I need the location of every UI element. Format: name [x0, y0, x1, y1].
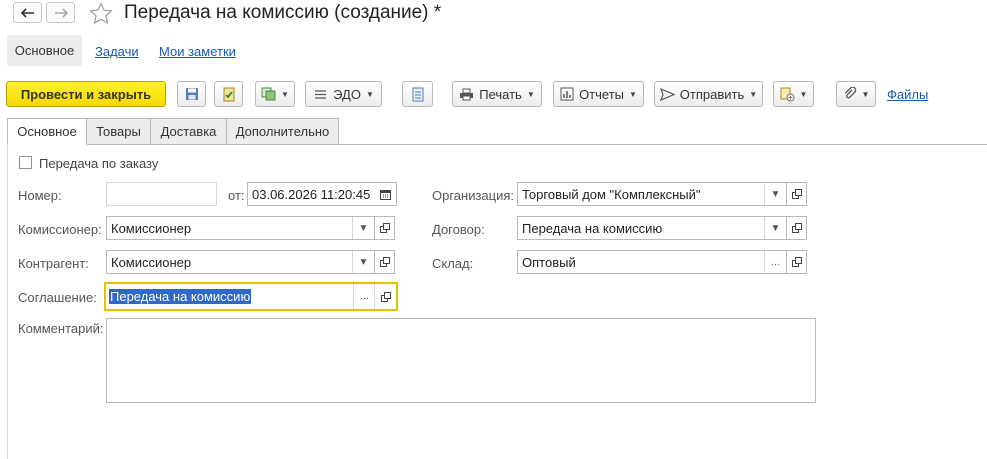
by-order-checkbox[interactable]: [19, 156, 32, 169]
calendar-icon: [380, 189, 391, 200]
warehouse-value: Оптовый: [522, 255, 576, 270]
chevron-down-icon: ▼: [365, 89, 374, 99]
edo-label: ЭДО: [333, 86, 361, 102]
date-field[interactable]: 03.06.2026 11:20:45: [247, 182, 397, 206]
favorite-button[interactable]: [89, 2, 113, 28]
forward-button[interactable]: [46, 2, 75, 23]
date-label: от:: [228, 188, 245, 203]
back-button[interactable]: [13, 2, 42, 23]
nav-tab-main[interactable]: Основное: [7, 35, 82, 66]
open-icon: [379, 223, 390, 233]
chevron-down-icon: ▼: [749, 89, 758, 99]
organization-value: Торговый дом "Комплексный": [522, 187, 701, 202]
linked-documents-icon: [780, 87, 795, 101]
edo-button[interactable]: ЭДО ▼: [305, 81, 382, 107]
save-icon: [185, 88, 198, 100]
counterparty-dropdown[interactable]: ▼: [352, 251, 374, 273]
linked-documents-button[interactable]: ▼: [773, 81, 814, 107]
send-icon: [659, 87, 675, 101]
form-tab-main[interactable]: Основное: [7, 118, 87, 145]
save-button[interactable]: [177, 81, 206, 107]
calendar-button[interactable]: [375, 183, 396, 205]
form-tab-additional[interactable]: Дополнительно: [226, 118, 339, 145]
open-icon: [379, 257, 390, 267]
reports-button[interactable]: Отчеты ▼: [553, 81, 644, 107]
paperclip-icon: [844, 87, 856, 99]
organization-label: Организация:: [432, 188, 515, 203]
commissioner-label: Комиссионер:: [18, 222, 102, 237]
post-and-close-button[interactable]: Провести и закрыть: [6, 81, 166, 107]
star-icon: [89, 2, 113, 25]
warehouse-label: Склад:: [432, 256, 474, 271]
comment-label: Комментарий:: [18, 321, 104, 336]
comment-field[interactable]: [106, 318, 816, 403]
form-tab-delivery[interactable]: Доставка: [150, 118, 227, 145]
form-tab-goods[interactable]: Товары: [86, 118, 151, 145]
tab-divider: [7, 144, 987, 145]
files-link[interactable]: Файлы: [887, 87, 928, 102]
agreement-field[interactable]: Передача на комиссию …: [104, 282, 398, 311]
counterparty-field[interactable]: Комиссионер ▼: [106, 250, 375, 274]
create-based-on-icon: [261, 87, 276, 101]
print-button[interactable]: Печать ▼: [452, 81, 542, 107]
commissioner-field[interactable]: Комиссионер ▼: [106, 216, 375, 240]
arrow-right-icon: [54, 7, 68, 18]
document-journal-button[interactable]: [402, 81, 433, 107]
edo-icon: [315, 89, 327, 99]
chevron-down-icon: ▼: [629, 89, 637, 99]
commissioner-open-button[interactable]: [374, 216, 395, 240]
nav-tab-notes[interactable]: Мои заметки: [159, 44, 236, 59]
by-order-label: Передача по заказу: [39, 156, 159, 171]
post-button[interactable]: [214, 81, 243, 107]
warehouse-open-button[interactable]: [786, 250, 807, 274]
send-label: Отправить: [679, 86, 745, 102]
contract-label: Договор:: [432, 222, 485, 237]
post-and-close-label: Провести и закрыть: [20, 86, 152, 102]
post-document-icon: [223, 87, 234, 102]
commissioner-dropdown[interactable]: ▼: [352, 217, 374, 239]
open-icon: [380, 291, 391, 302]
agreement-label: Соглашение:: [18, 290, 97, 305]
create-based-on-button[interactable]: ▼: [255, 81, 295, 107]
open-icon: [791, 223, 802, 233]
organization-field[interactable]: Торговый дом "Комплексный" ▼: [517, 182, 787, 206]
nav-tab-tasks[interactable]: Задачи: [95, 44, 139, 59]
chevron-down-icon: ▼: [526, 89, 535, 99]
contract-field[interactable]: Передача на комиссию ▼: [517, 216, 787, 240]
counterparty-label: Контрагент:: [18, 256, 89, 271]
commissioner-value: Комиссионер: [111, 221, 192, 236]
organization-open-button[interactable]: [786, 182, 807, 206]
agreement-select-button[interactable]: …: [353, 284, 375, 309]
contract-dropdown[interactable]: ▼: [764, 217, 786, 239]
counterparty-value: Комиссионер: [111, 255, 192, 270]
counterparty-open-button[interactable]: [374, 250, 395, 274]
arrow-left-icon: [20, 7, 34, 18]
form-left-border: [7, 144, 8, 459]
reports-label: Отчеты: [579, 86, 624, 102]
reports-icon: [560, 87, 574, 101]
printer-icon: [460, 88, 474, 100]
organization-dropdown[interactable]: ▼: [764, 183, 786, 205]
number-label: Номер:: [18, 188, 62, 203]
agreement-open-button[interactable]: [374, 284, 396, 309]
contract-open-button[interactable]: [786, 216, 807, 240]
warehouse-field[interactable]: Оптовый …: [517, 250, 787, 274]
agreement-value: Передача на комиссию: [109, 289, 252, 304]
print-label: Печать: [479, 86, 522, 102]
attachments-button[interactable]: ▼: [836, 81, 876, 107]
open-icon: [791, 257, 802, 267]
send-button[interactable]: Отправить ▼: [654, 81, 763, 107]
number-field[interactable]: [106, 182, 217, 206]
chevron-down-icon: ▼: [861, 89, 870, 99]
open-icon: [791, 189, 802, 199]
chevron-down-icon: ▼: [799, 89, 808, 99]
document-list-icon: [412, 87, 423, 101]
contract-value: Передача на комиссию: [522, 221, 663, 236]
date-value: 03.06.2026 11:20:45: [252, 187, 371, 202]
warehouse-select-button[interactable]: …: [764, 251, 786, 273]
chevron-down-icon: ▼: [281, 89, 289, 99]
window-title: Передача на комиссию (создание) *: [124, 2, 442, 23]
